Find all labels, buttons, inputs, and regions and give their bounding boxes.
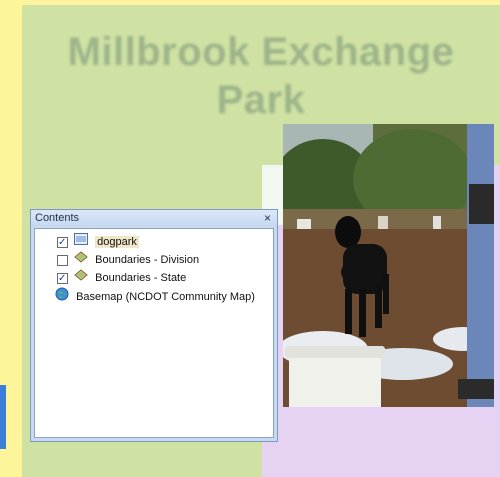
contents-titlebar[interactable]: Contents × <box>31 210 277 226</box>
layer-label: Boundaries - Division <box>95 253 200 266</box>
left-blue-edge <box>0 385 6 449</box>
map-title: Millbrook Exchange Park <box>67 30 455 122</box>
contents-title: Contents <box>35 212 80 224</box>
layer-label: dogpark <box>95 235 139 248</box>
layer-checkbox-boundaries-state[interactable] <box>57 270 68 287</box>
layer-row-boundaries-state[interactable]: Boundaries - State <box>57 269 187 287</box>
raster-layer-icon <box>74 233 89 251</box>
dog-park-photo <box>283 124 494 407</box>
layer-label: Basemap (NCDOT Community Map) <box>76 290 255 303</box>
layer-checkbox-boundaries-division[interactable] <box>57 254 68 266</box>
close-icon[interactable]: × <box>264 210 271 226</box>
layer-row-boundaries-division[interactable]: Boundaries - Division <box>57 251 199 268</box>
layer-checkbox-dogpark[interactable] <box>57 234 68 251</box>
layer-list: dogpark Boundaries - Division Boundaries… <box>34 228 274 438</box>
layer-row-dogpark[interactable]: dogpark <box>57 233 139 251</box>
polygon-layer-icon <box>74 269 88 287</box>
polygon-layer-icon <box>74 251 88 269</box>
contents-window[interactable]: Contents × dogpark Boundaries - Division… <box>30 209 278 442</box>
layer-label: Boundaries - State <box>95 271 187 284</box>
globe-icon <box>55 287 69 307</box>
layer-row-basemap[interactable]: Basemap (NCDOT Community Map) <box>55 287 255 304</box>
